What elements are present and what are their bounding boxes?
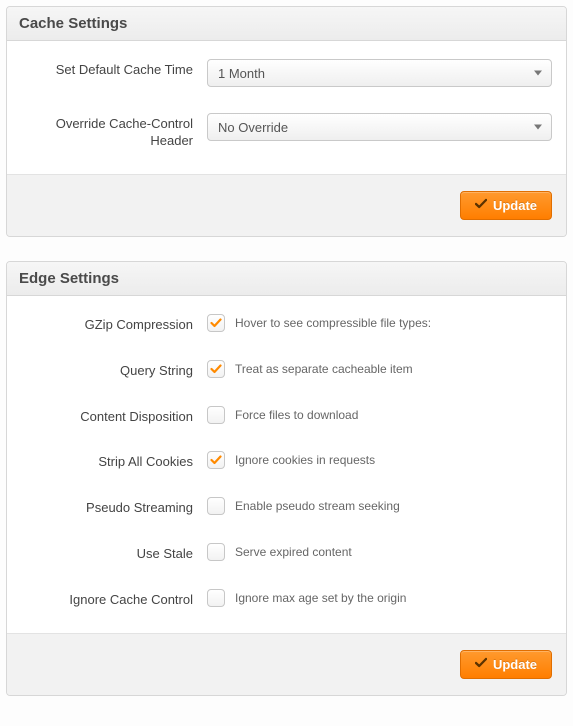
edge-row-label: GZip Compression [21,314,207,334]
edge-update-button[interactable]: Update [460,650,552,679]
edge-row-label: Ignore Cache Control [21,589,207,609]
edge-row-label: Pseudo Streaming [21,497,207,517]
edge-checkbox[interactable] [207,589,225,607]
edge-row: Pseudo Streaming Enable pseudo stream see… [21,497,552,517]
default-cache-time-select[interactable]: 1 Month [207,59,552,87]
edge-checkbox[interactable] [207,406,225,424]
override-cache-label: Override Cache-Control Header [21,113,207,150]
edge-checkbox[interactable] [207,497,225,515]
cache-update-button[interactable]: Update [460,191,552,220]
caret-down-icon [534,71,542,76]
caret-down-icon [534,125,542,130]
edge-checkbox[interactable] [207,314,225,332]
edge-settings-panel: Edge Settings GZip Compression Hover to s… [6,261,567,696]
edge-row-label: Content Disposition [21,406,207,426]
edge-row-label: Query String [21,360,207,380]
edge-settings-title: Edge Settings [7,262,566,296]
edge-row-desc: Enable pseudo stream seeking [235,499,400,513]
edge-row: Strip All Cookies Ignore cookies in reque… [21,451,552,471]
edge-checkbox[interactable] [207,451,225,469]
edge-update-label: Update [493,657,537,672]
edge-row: GZip Compression Hover to see compressibl… [21,314,552,334]
override-cache-value: No Override [218,120,288,135]
default-cache-time-value: 1 Month [218,66,265,81]
edge-checkbox[interactable] [207,360,225,378]
cache-settings-body: Set Default Cache Time 1 Month Override … [7,41,566,174]
edge-checkbox[interactable] [207,543,225,561]
cache-settings-panel: Cache Settings Set Default Cache Time 1 … [6,6,567,237]
default-cache-time-label: Set Default Cache Time [21,59,207,79]
edge-row: Use Stale Serve expired content [21,543,552,563]
edge-row-label: Use Stale [21,543,207,563]
cache-settings-footer: Update [7,174,566,236]
edge-row-label: Strip All Cookies [21,451,207,471]
edge-row-desc: Ignore cookies in requests [235,453,375,467]
edge-row: Ignore Cache Control Ignore max age set b… [21,589,552,609]
edge-row-desc: Force files to download [235,408,358,422]
check-icon [475,198,487,213]
edge-row: Query String Treat as separate cacheable … [21,360,552,380]
edge-row-desc: Serve expired content [235,545,352,559]
override-cache-select[interactable]: No Override [207,113,552,141]
override-cache-row: Override Cache-Control Header No Overrid… [21,113,552,150]
cache-settings-title: Cache Settings [7,7,566,41]
edge-settings-body: GZip Compression Hover to see compressibl… [7,296,566,633]
edge-row-desc: Treat as separate cacheable item [235,362,413,376]
default-cache-time-row: Set Default Cache Time 1 Month [21,59,552,87]
cache-update-label: Update [493,198,537,213]
edge-row-desc: Ignore max age set by the origin [235,591,406,605]
edge-settings-footer: Update [7,633,566,695]
edge-row-desc: Hover to see compressible file types: [235,316,431,330]
edge-row: Content Disposition Force files to downlo… [21,406,552,426]
check-icon [475,657,487,672]
